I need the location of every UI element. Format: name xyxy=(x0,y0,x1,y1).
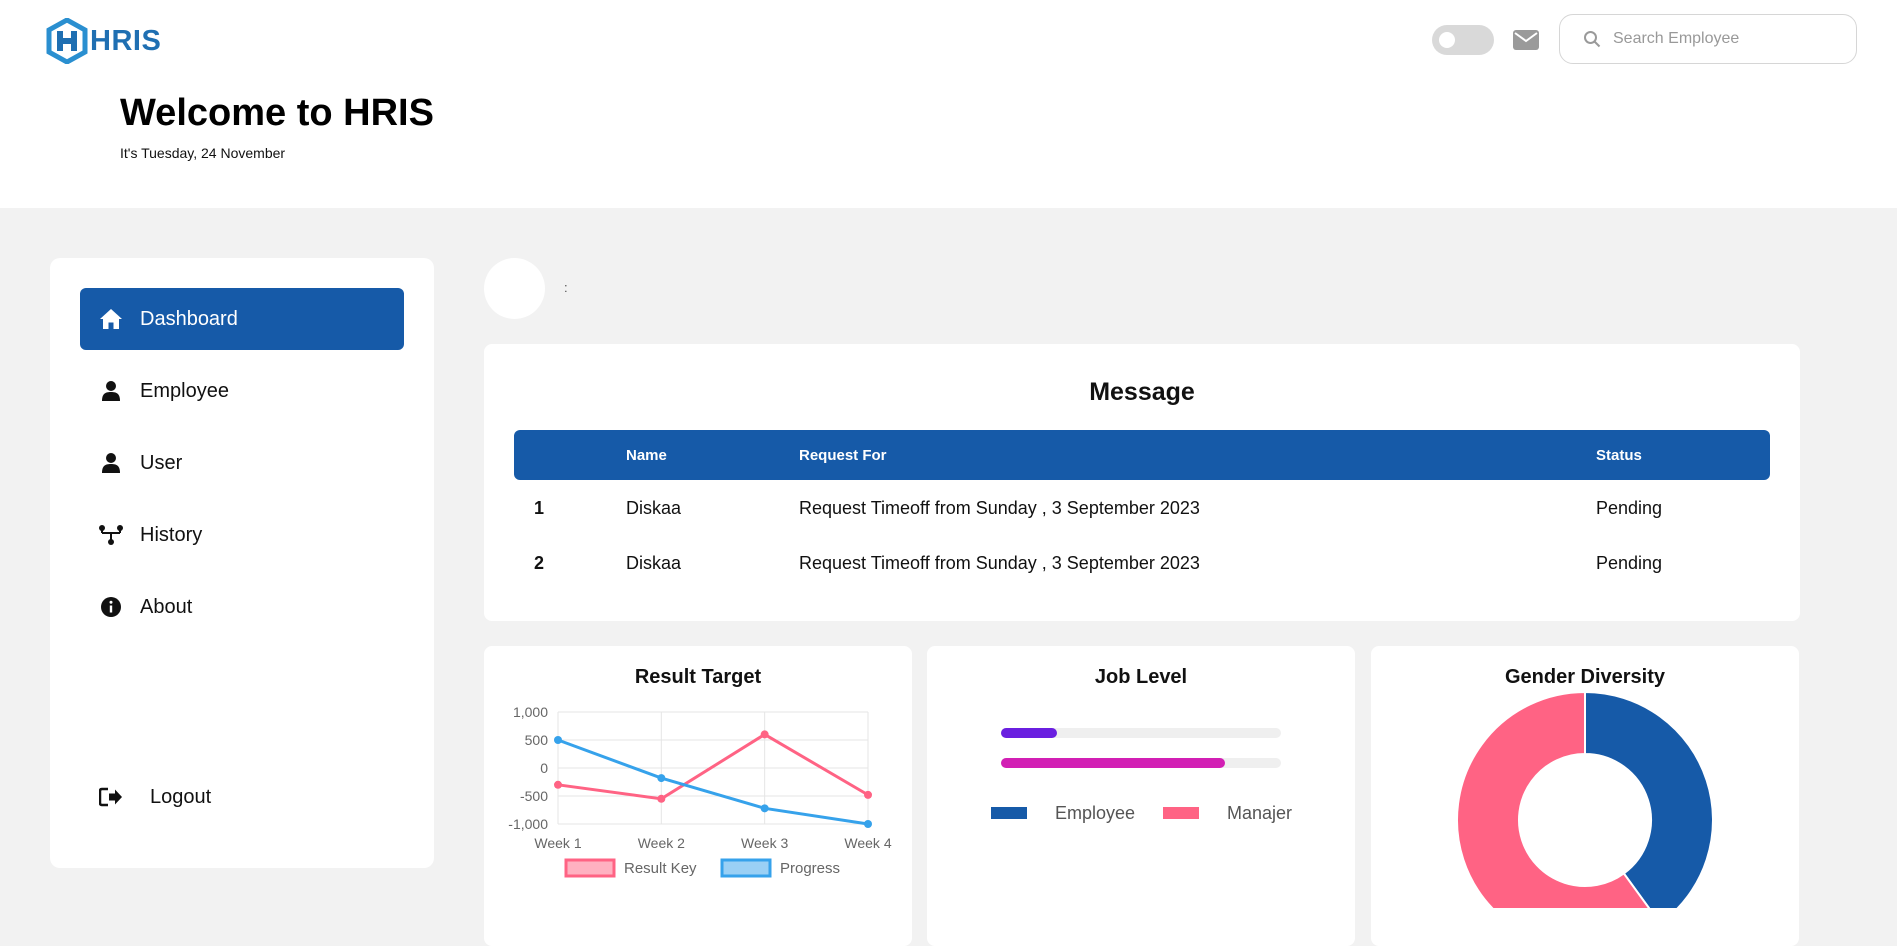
sidebar-item-user[interactable]: User xyxy=(80,432,404,494)
table-row[interactable]: 2 Diskaa Request Timeoff from Sunday , 3… xyxy=(514,543,1770,583)
top-bar: HRIS Welcome to HRIS It's Tuesday, 24 No… xyxy=(0,0,1897,208)
data-point xyxy=(554,736,562,744)
series-line-1 xyxy=(557,732,869,801)
legend-swatch xyxy=(1163,807,1199,819)
row-request: Request Timeoff from Sunday , 3 Septembe… xyxy=(799,553,1200,573)
legend-swatch xyxy=(564,858,616,878)
bar-fill xyxy=(1001,728,1057,738)
row-request: Request Timeoff from Sunday , 3 Septembe… xyxy=(799,498,1200,518)
data-point xyxy=(554,780,562,789)
sidebar-item-label: About xyxy=(140,595,193,618)
message-title: Message xyxy=(1089,378,1195,406)
date-text: It's Tuesday, 24 November xyxy=(120,145,286,161)
gender-diversity-chart xyxy=(1456,690,1714,908)
hris-logo-icon xyxy=(46,18,88,64)
x-tick-label: Week 1 xyxy=(534,835,581,851)
data-point xyxy=(864,820,872,828)
result-target-chart: 1,000 500 0 -500 -1,000 Week 1 Week 2 Week 3 Wee… xyxy=(508,704,892,878)
y-tick-label: 0 xyxy=(540,760,548,776)
x-tick-label: Week 2 xyxy=(638,835,685,851)
row-status: Pending xyxy=(1596,498,1663,518)
avatar[interactable] xyxy=(484,258,545,319)
row-name: Diskaa xyxy=(626,498,682,518)
job-level-card: Job Level Employee Manajer xyxy=(927,646,1355,946)
table-row[interactable]: 1 Diskaa Request Timeoff from Sunday , 3… xyxy=(514,488,1770,528)
column-header-name: Name xyxy=(626,447,667,464)
row-status: Pending xyxy=(1596,553,1663,573)
y-tick-label: -500 xyxy=(520,788,548,804)
message-card: Message Name Request For Status 1 Diskaa… xyxy=(484,344,1800,621)
logout-icon xyxy=(98,784,124,810)
logo-text: HRIS xyxy=(90,24,162,57)
data-point xyxy=(864,790,872,799)
series-line-2 xyxy=(557,738,869,826)
info-icon xyxy=(98,594,124,620)
legend-label: Manajer xyxy=(1227,803,1292,823)
data-point xyxy=(657,794,666,803)
bar-fill xyxy=(1001,758,1225,768)
search-input[interactable] xyxy=(1611,29,1835,49)
legend-swatch xyxy=(991,807,1027,819)
result-target-card: Result Target 1,000 500 0 -500 -1,000 Week 1W… xyxy=(484,646,912,946)
mail-icon[interactable] xyxy=(1513,30,1539,55)
sidebar-item-label: Dashboard xyxy=(140,307,238,330)
sidebar-item-label: History xyxy=(140,523,203,546)
profile-separator: : xyxy=(564,280,568,295)
person-icon xyxy=(98,378,124,404)
legend-label: Progress xyxy=(780,860,840,877)
toggle-knob xyxy=(1439,32,1455,48)
network-icon xyxy=(98,522,124,548)
x-tick-label: Week 3 xyxy=(741,835,788,851)
sidebar-item-employee[interactable]: Employee xyxy=(80,360,404,422)
x-tick-label: Week 4 xyxy=(844,835,891,851)
data-point xyxy=(760,730,769,739)
data-point xyxy=(657,774,666,783)
donut-slice-1 xyxy=(1584,690,1714,908)
table-header: Name Request For Status xyxy=(514,430,1770,480)
legend-swatch xyxy=(720,858,772,878)
sidebar: Dashboard Employee User History About Lo… xyxy=(50,258,434,868)
legend-label: Result Key xyxy=(624,860,697,877)
sidebar-item-dashboard[interactable]: Dashboard xyxy=(80,288,404,350)
logout-button[interactable]: Logout xyxy=(80,766,404,828)
row-number: 1 xyxy=(534,498,545,518)
column-header-request: Request For xyxy=(799,447,887,464)
sidebar-item-label: Employee xyxy=(140,379,229,402)
sidebar-item-about[interactable]: About xyxy=(80,576,404,638)
row-number: 2 xyxy=(534,553,545,573)
logout-label: Logout xyxy=(150,785,212,808)
row-name: Diskaa xyxy=(626,553,682,573)
legend-label: Employee xyxy=(1055,803,1135,823)
y-tick-label: 500 xyxy=(525,732,549,748)
logo[interactable]: HRIS xyxy=(46,18,161,64)
person-icon xyxy=(98,450,124,476)
y-tick-label: 1,000 xyxy=(513,704,548,720)
page-title: Welcome to HRIS xyxy=(120,92,434,134)
y-tick-label: -1,000 xyxy=(508,816,548,832)
theme-toggle[interactable] xyxy=(1432,25,1494,55)
home-icon xyxy=(98,306,124,332)
gender-diversity-card: Gender Diversity xyxy=(1371,646,1799,946)
search-box[interactable] xyxy=(1559,14,1857,64)
sidebar-item-history[interactable]: History xyxy=(80,504,404,566)
column-header-status: Status xyxy=(1596,447,1642,464)
data-point xyxy=(760,804,769,813)
search-icon xyxy=(1584,31,1601,48)
sidebar-item-label: User xyxy=(140,451,183,474)
job-level-chart: Employee Manajer xyxy=(991,728,1292,823)
